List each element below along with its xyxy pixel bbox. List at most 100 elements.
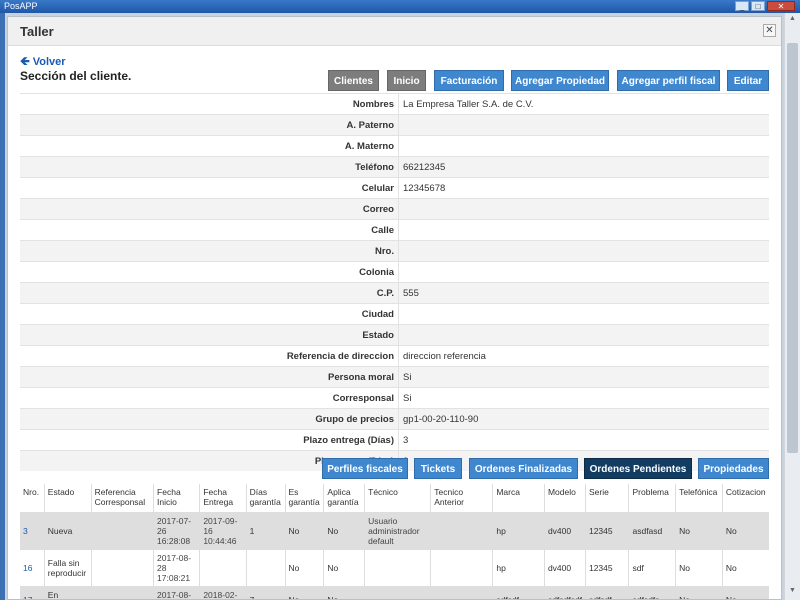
table-cell: No [284,586,324,599]
scrollbar[interactable]: ▲ ▼ [784,13,800,600]
taller-modal: Taller ✕ 🡸 Volver Sección del cliente. Cl… [7,16,782,600]
field-label: Plazo entrega (Días) [20,429,399,451]
scroll-down-arrow-icon[interactable]: ▼ [788,587,797,594]
order-number-link[interactable]: 16 [20,549,45,587]
editar-button[interactable]: Editar [727,70,769,91]
order-number-link[interactable]: 3 [20,512,45,550]
field-label: Correo [20,198,399,220]
field-row: Corresponsal Si [20,387,769,409]
column-header[interactable]: Problema [628,484,676,513]
modal-close-button[interactable]: ✕ [763,24,776,37]
table-cell: 2018-02-13 [199,586,247,599]
table-row[interactable]: 17 En proceso 2017-08-28 2018-02-13 7 No… [20,586,769,599]
agregar-perfil-fiscal-button[interactable]: Agregar perfil fiscal [617,70,720,91]
field-row: Correo [20,198,769,220]
column-header[interactable]: Días garantía [245,484,286,513]
field-value: Si [398,387,769,409]
field-label: Nombres [20,93,399,115]
table-cell: No [721,549,769,587]
column-header[interactable]: Tecnico Anterior [430,484,493,513]
table-cell [364,549,431,587]
column-header[interactable]: Cotizacion [721,484,769,513]
field-row: Referencia de direccion direccion referen… [20,345,769,367]
table-header-row: Nro. Estado Referencia Corresponsal Fech… [20,484,769,513]
tab-ordenes-pendientes[interactable]: Ordenes Pendientes [584,458,692,479]
table-cell: No [675,586,723,599]
column-header[interactable]: Nro. [20,484,44,513]
window-titlebar: PosAPP _ □ ✕ [0,0,800,13]
table-cell: dv400 [543,512,586,550]
table-cell: sdfsdf [492,586,545,599]
table-cell [364,586,431,599]
column-header[interactable]: Técnico [364,484,431,513]
column-header[interactable]: Telefónica [675,484,723,513]
field-row: Ciudad [20,303,769,325]
column-header[interactable]: Modelo [543,484,586,513]
field-row: C.P. 555 [20,282,769,304]
modal-header: Taller ✕ [8,17,781,46]
field-row: Calle [20,219,769,241]
field-row: Estado [20,324,769,346]
tab-perfiles-fiscales[interactable]: Perfiles fiscales [322,458,408,479]
table-cell: No [284,512,324,550]
table-cell: Nueva [43,512,92,550]
field-value: Si [398,366,769,388]
scrollbar-thumb[interactable] [787,43,798,453]
arrow-left-icon: 🡸 [20,54,30,68]
field-value [398,135,769,157]
column-header[interactable]: Es garantía [284,484,324,513]
field-row: Teléfono 66212345 [20,156,769,178]
field-value: La Empresa Taller S.A. de C.V. [398,93,769,115]
field-label: C.P. [20,282,399,304]
field-label: Celular [20,177,399,199]
agregar-propiedad-button[interactable]: Agregar Propiedad [511,70,609,91]
field-label: Referencia de direccion [20,345,399,367]
table-cell: No [675,512,723,550]
order-number-link[interactable]: 17 [20,586,45,599]
maximize-button[interactable]: □ [751,1,765,11]
table-cell: 12345 [584,549,629,587]
facturacion-button[interactable]: Facturación [434,70,504,91]
table-cell: sdfsdfsdf [543,586,586,599]
table-cell [430,586,493,599]
field-value: 555 [398,282,769,304]
column-header[interactable]: Aplica garantía [323,484,365,513]
window-close-button[interactable]: ✕ [767,1,795,11]
column-header[interactable]: Fecha Inicio [153,484,200,513]
table-cell [90,512,154,550]
table-cell: No [284,549,324,587]
field-value [398,240,769,262]
field-row: Nro. [20,240,769,262]
scroll-up-arrow-icon[interactable]: ▲ [788,15,797,22]
table-cell: No [721,586,769,599]
table-row[interactable]: 3 Nueva 2017-07-26 16:28:08 2017-09-16 1… [20,512,769,550]
table-row[interactable]: 16 Falla sin reproducir 2017-08-28 17:08… [20,549,769,587]
column-header[interactable]: Referencia Corresponsal [90,484,154,513]
table-cell: hp [492,549,545,587]
table-cell [430,512,493,550]
background-strip [0,13,5,600]
table-cell: 7 [245,586,286,599]
minimize-button[interactable]: _ [735,1,749,11]
table-cell: sdfsdf [584,586,629,599]
tab-ordenes-finalizadas[interactable]: Ordenes Finalizadas [469,458,578,479]
field-value: 12345678 [398,177,769,199]
field-label: Ciudad [20,303,399,325]
table-cell [199,549,247,587]
inicio-button[interactable]: Inicio [387,70,426,91]
column-header[interactable]: Marca [492,484,545,513]
field-label: Colonia [20,261,399,283]
table-cell: dv400 [543,549,586,587]
clientes-button[interactable]: Clientes [328,70,379,91]
field-value [398,219,769,241]
field-row: Persona moral Si [20,366,769,388]
field-row: Colonia [20,261,769,283]
field-row: A. Paterno [20,114,769,136]
tab-tickets[interactable]: Tickets [414,458,462,479]
tab-propiedades[interactable]: Propiedades [698,458,769,479]
table-cell: Falla sin reproducir [43,549,92,587]
table-cell: No [323,549,365,587]
column-header[interactable]: Fecha Entrega [199,484,247,513]
column-header[interactable]: Serie [584,484,629,513]
column-header[interactable]: Estado [43,484,92,513]
